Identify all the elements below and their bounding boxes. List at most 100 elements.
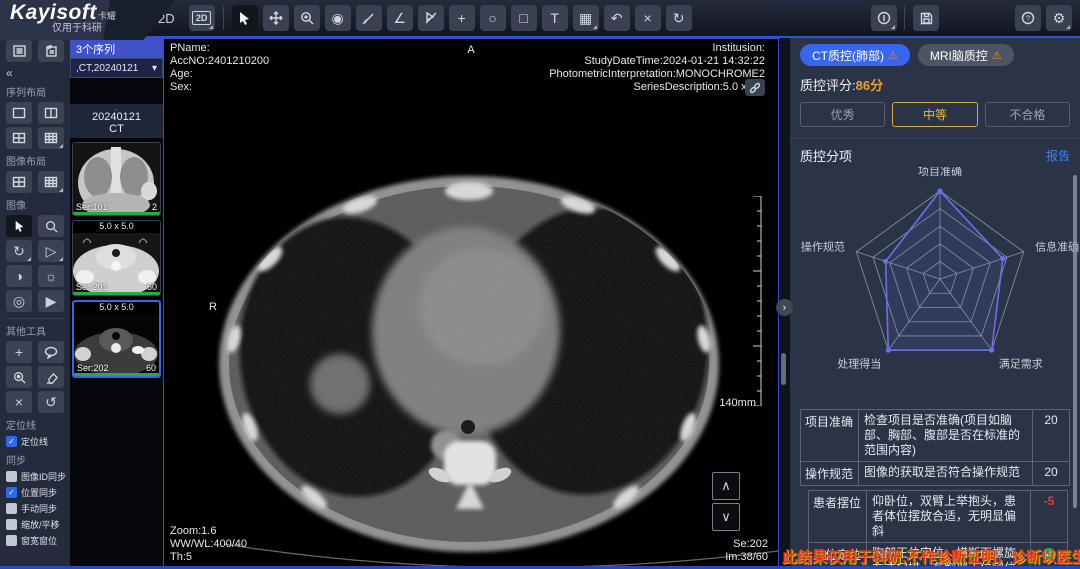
qc-table: 项目准确 检查项目是否准确(项目如脑部、胸部、腹部是否在标准的范围内容) 20 … <box>800 409 1070 569</box>
cross-icon: + <box>458 11 466 25</box>
link-series-button[interactable] <box>745 79 765 96</box>
image-cursor-button[interactable] <box>6 215 32 237</box>
report-panel-button[interactable] <box>38 40 64 62</box>
thumbnail-scout[interactable]: Ser:1012 <box>72 142 161 216</box>
image-magnify-button[interactable] <box>38 215 64 237</box>
comment-button[interactable] <box>38 341 64 363</box>
sync-window-checkbox[interactable] <box>6 535 17 546</box>
brightness-icon: ☼ <box>45 269 58 283</box>
study-select[interactable]: ,CT,20240121 ▾ <box>70 58 163 78</box>
qc-panel-scrollbar[interactable] <box>1073 175 1077 508</box>
cobb-angle-button[interactable] <box>418 5 444 31</box>
localizer-checkbox-row[interactable]: 定位线 <box>6 435 64 448</box>
delete-all-button[interactable]: × <box>6 391 32 413</box>
magnifier-plus-icon <box>300 11 314 25</box>
text-annotation-button[interactable]: T <box>542 5 568 31</box>
sync-zoom-pan-row[interactable]: 缩放/平移 <box>6 518 64 531</box>
roi-magnify-button[interactable] <box>6 366 32 388</box>
localizer-checkbox[interactable] <box>6 436 17 447</box>
info-button[interactable] <box>871 5 897 31</box>
sync-manual-label: 手动同步 <box>21 502 57 515</box>
row-desc: 仰卧位，双臂上举抱头，患者体位摆放合适，无明显偏斜 <box>867 491 1031 542</box>
row-penalty-score: -5 <box>1031 491 1067 542</box>
reset-icon: ↺ <box>45 395 57 409</box>
sync-image-id-checkbox[interactable] <box>6 471 17 482</box>
image-flip-button[interactable]: ▷ <box>38 240 64 262</box>
grade-medium-button[interactable]: 中等 <box>892 102 977 127</box>
panel-divider-strip: › <box>779 38 790 569</box>
section-other-tools: 其他工具 <box>6 323 64 338</box>
image-layout-3x3-button[interactable] <box>38 171 64 193</box>
undo-button[interactable]: ↶ <box>604 5 630 31</box>
sync-manual-checkbox[interactable] <box>6 503 17 514</box>
report-link[interactable]: 报告 <box>1046 147 1070 164</box>
sync-zoom-pan-checkbox[interactable] <box>6 519 17 530</box>
thumbnail-series-201[interactable]: 5.0 x 5.0 Ser:20160 <box>72 220 161 296</box>
measure-tool-button[interactable] <box>356 5 382 31</box>
image-scrollbar[interactable] <box>781 353 786 385</box>
studydatetime-line: StudyDateTime:2024-01-21 14:32:22 <box>549 55 765 68</box>
chevron-up-icon: ∧ <box>721 478 731 494</box>
eraser-button[interactable] <box>38 366 64 388</box>
row-label: 患者摆位 <box>809 491 867 542</box>
main-viewport[interactable]: PName: AccNO:2401210200 Age: Sex: A R In… <box>163 38 779 569</box>
image-rotate-button[interactable]: ↻ <box>6 240 32 262</box>
tab-mri-qc[interactable]: MRI脑质控 ⚠ <box>918 44 1014 66</box>
zoom-info-overlay: Zoom:1.6 WW/WL:400/40 Th:5 <box>170 525 247 564</box>
reset-button[interactable]: ↻ <box>666 5 692 31</box>
tab-ct-qc[interactable]: CT质控(肺部) ⚠ <box>800 44 910 66</box>
image-grid-button[interactable]: ▦ <box>573 5 599 31</box>
grid-icon: ▦ <box>579 11 592 25</box>
rect-roi-button[interactable]: □ <box>511 5 537 31</box>
crosshair-button[interactable]: + <box>6 341 32 363</box>
sync-position-checkbox[interactable] <box>6 487 17 498</box>
logo-subtitle: 仅用于科研 <box>52 24 150 34</box>
patient-info-overlay: PName: AccNO:2401210200 Age: Sex: <box>170 42 269 94</box>
table-row: 操作规范 图像的获取是否符合操作规范 20 <box>800 461 1070 486</box>
grade-excellent-button[interactable]: 优秀 <box>800 102 885 127</box>
thumbnail-series-202[interactable]: 5.0 x 5.0 Ser:20260 <box>72 300 161 378</box>
cursor-tool-button[interactable] <box>232 5 258 31</box>
cine-play-button[interactable]: ▶ <box>38 290 64 312</box>
study-select-value: ,CT,20240121 <box>76 63 138 74</box>
layout-2d-button[interactable]: 2D <box>189 5 215 31</box>
image-invert-button[interactable]: ◑ <box>6 265 32 287</box>
qc-score: 质控评分:86分 <box>800 75 1070 94</box>
series-list-button[interactable] <box>6 40 32 62</box>
series-layout-3x3-button[interactable] <box>38 127 64 149</box>
radar-axis-label: 操作规范 <box>801 239 845 253</box>
save-button[interactable] <box>913 5 939 31</box>
window-level-button[interactable]: ◉ <box>325 5 351 31</box>
series-layout-1x1-button[interactable] <box>6 102 32 124</box>
qc-panel: CT质控(肺部) ⚠ MRI脑质控 ⚠ 质控评分:86分 优秀 中等 不合格 质… <box>790 38 1080 569</box>
collapse-sidebar-button[interactable]: « <box>6 66 64 80</box>
sync-image-id-row[interactable]: 图像ID同步 <box>6 470 64 483</box>
delete-annotation-button[interactable]: × <box>635 5 661 31</box>
target-icon: ◎ <box>13 294 25 308</box>
image-target-button[interactable]: ◎ <box>6 290 32 312</box>
series-layout-1x2-button[interactable] <box>38 102 64 124</box>
warning-icon: ⚠ <box>888 49 898 62</box>
grade-fail-button[interactable]: 不合格 <box>985 102 1070 127</box>
angle-tool-button[interactable]: ∠ <box>387 5 413 31</box>
sync-position-row[interactable]: 位置同步 <box>6 486 64 499</box>
next-image-button[interactable]: ∨ <box>712 503 740 531</box>
settings-button[interactable]: ⚙ <box>1046 5 1072 31</box>
help-button[interactable]: ? <box>1015 5 1041 31</box>
ellipse-roi-button[interactable]: ○ <box>480 5 506 31</box>
pan-tool-button[interactable] <box>263 5 289 31</box>
image-layout-2x2-button[interactable] <box>6 171 32 193</box>
image-brightness-button[interactable]: ☼ <box>38 265 64 287</box>
expand-panel-button[interactable]: › <box>776 299 793 316</box>
thumb-count: 60 <box>147 282 157 292</box>
reset-view-button[interactable]: ↺ <box>38 391 64 413</box>
series-group-header[interactable]: . 20240121 CT <box>70 104 163 138</box>
qc-tabs: CT质控(肺部) ⚠ MRI脑质控 ⚠ <box>800 44 1070 66</box>
series-layout-2x2-button[interactable] <box>6 127 32 149</box>
sync-window-row[interactable]: 窗宽窗位 <box>6 534 64 547</box>
probe-tool-button[interactable]: + <box>449 5 475 31</box>
previous-image-button[interactable]: ∧ <box>712 472 740 500</box>
sync-position-label: 位置同步 <box>21 486 57 499</box>
zoom-tool-button[interactable] <box>294 5 320 31</box>
sync-manual-row[interactable]: 手动同步 <box>6 502 64 515</box>
